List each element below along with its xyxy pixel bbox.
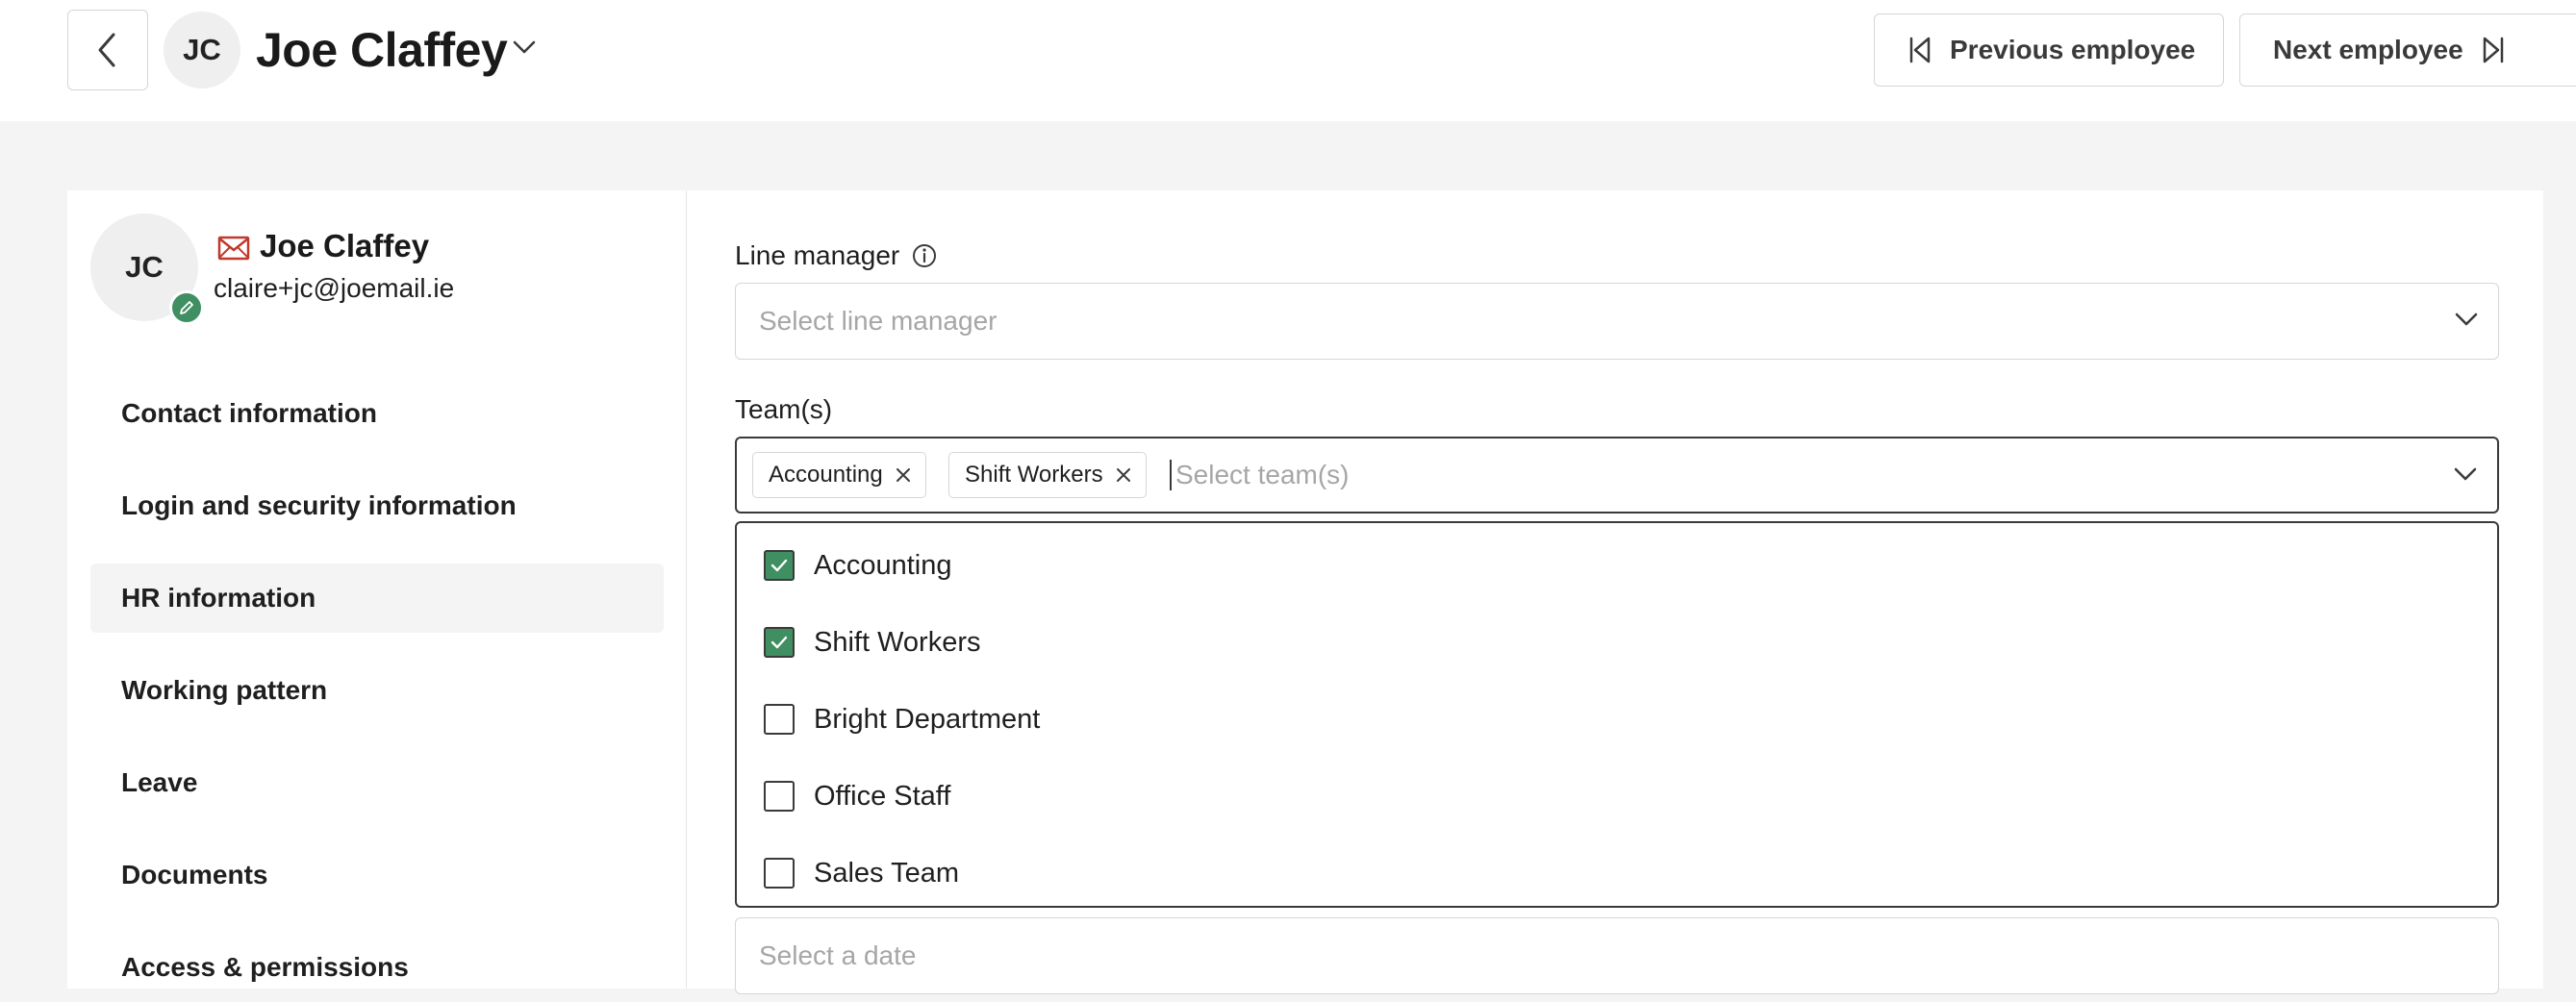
profile-name: Joe Claffey — [260, 228, 430, 263]
line-manager-label-text: Line manager — [735, 240, 900, 270]
team-option-office-staff[interactable]: Office Staff — [764, 775, 950, 817]
previous-employee-button[interactable]: Previous employee — [1874, 13, 2224, 87]
chevron-down-icon[interactable] — [512, 38, 537, 56]
header-avatar-initials: JC — [183, 33, 221, 66]
sidebar-item-login-security[interactable]: Login and security information — [90, 471, 664, 540]
pencil-icon — [180, 301, 193, 314]
team-option-bright-department[interactable]: Bright Department — [764, 698, 1040, 740]
team-option-shift-workers[interactable]: Shift Workers — [764, 621, 981, 664]
sidebar: JC Joe Claffey claire+jc@joemail.ie Cont… — [67, 190, 687, 989]
skip-next-icon — [2483, 37, 2503, 63]
sidebar-item-label: Documents — [121, 860, 268, 889]
team-option-label: Sales Team — [814, 857, 959, 889]
teams-select[interactable]: Accounting Shift Workers Select team(s) — [735, 437, 2499, 514]
chevron-down-icon — [2454, 467, 2477, 481]
teams-label-text: Team(s) — [735, 394, 833, 424]
team-chip-label: Accounting — [769, 462, 883, 488]
sidebar-item-access-permissions[interactable]: Access & permissions — [90, 933, 664, 1002]
sidebar-item-leave[interactable]: Leave — [90, 748, 664, 817]
sidebar-item-label: Working pattern — [121, 675, 328, 705]
line-manager-placeholder: Select line manager — [759, 306, 998, 336]
team-option-label: Accounting — [814, 549, 952, 581]
skip-previous-icon — [1909, 37, 1931, 63]
checkbox-unchecked[interactable] — [764, 781, 795, 812]
employee-name-title[interactable]: Joe Claffey — [256, 21, 508, 79]
sidebar-item-label: Login and security information — [121, 490, 517, 520]
info-icon[interactable] — [911, 242, 938, 269]
check-icon — [770, 636, 788, 649]
checkbox-checked[interactable] — [764, 550, 795, 581]
check-icon — [770, 559, 788, 572]
sidebar-item-label: Access & permissions — [121, 952, 409, 982]
close-icon[interactable] — [1115, 466, 1132, 484]
teams-dropdown: Accounting Shift Workers Bright Departme… — [735, 521, 2499, 908]
team-option-label: Shift Workers — [814, 626, 981, 658]
date-placeholder: Select a date — [759, 940, 917, 970]
chevron-down-icon — [2455, 313, 2478, 326]
checkbox-checked[interactable] — [764, 627, 795, 658]
previous-employee-label: Previous employee — [1950, 35, 2196, 64]
checkbox-unchecked[interactable] — [764, 704, 795, 735]
sidebar-item-label: Leave — [121, 767, 198, 797]
close-icon[interactable] — [895, 466, 912, 484]
sidebar-item-label: Contact information — [121, 398, 377, 428]
team-option-label: Bright Department — [814, 703, 1041, 735]
team-option-accounting[interactable]: Accounting — [764, 544, 952, 587]
teams-label: Team(s) — [735, 392, 832, 427]
employee-panel: JC Joe Claffey claire+jc@joemail.ie Cont… — [67, 190, 2543, 994]
line-manager-select[interactable]: Select line manager — [735, 283, 2499, 360]
sidebar-item-contact-information[interactable]: Contact information — [90, 379, 664, 448]
team-chip-shift-workers: Shift Workers — [948, 452, 1147, 498]
team-option-label: Office Staff — [814, 780, 951, 812]
team-chip-label: Shift Workers — [965, 462, 1103, 488]
chevron-left-icon — [98, 33, 115, 67]
edit-avatar-button[interactable] — [169, 290, 204, 325]
checkbox-unchecked[interactable] — [764, 858, 795, 889]
profile-avatar-initials: JC — [125, 250, 164, 284]
back-button[interactable] — [67, 10, 148, 90]
next-employee-label: Next employee — [2273, 35, 2463, 64]
text-caret — [1170, 460, 1172, 490]
mail-icon — [217, 236, 250, 261]
team-chip-accounting: Accounting — [752, 452, 926, 498]
profile-email: claire+jc@joemail.ie — [214, 273, 455, 303]
sidebar-item-label: HR information — [121, 583, 316, 613]
sidebar-item-hr-information[interactable]: HR information — [90, 564, 664, 633]
sidebar-item-working-pattern[interactable]: Working pattern — [90, 656, 664, 725]
team-option-sales-team[interactable]: Sales Team — [764, 852, 959, 894]
teams-search-input[interactable]: Select team(s) — [1175, 438, 1350, 512]
header-avatar: JC — [164, 12, 240, 88]
line-manager-label: Line manager — [735, 238, 938, 273]
date-field[interactable]: Select a date — [735, 917, 2499, 994]
page-header: JC Joe Claffey Previous employee Next em… — [0, 0, 2576, 121]
sidebar-item-documents[interactable]: Documents — [90, 840, 664, 910]
next-employee-button[interactable]: Next employee — [2239, 13, 2576, 87]
